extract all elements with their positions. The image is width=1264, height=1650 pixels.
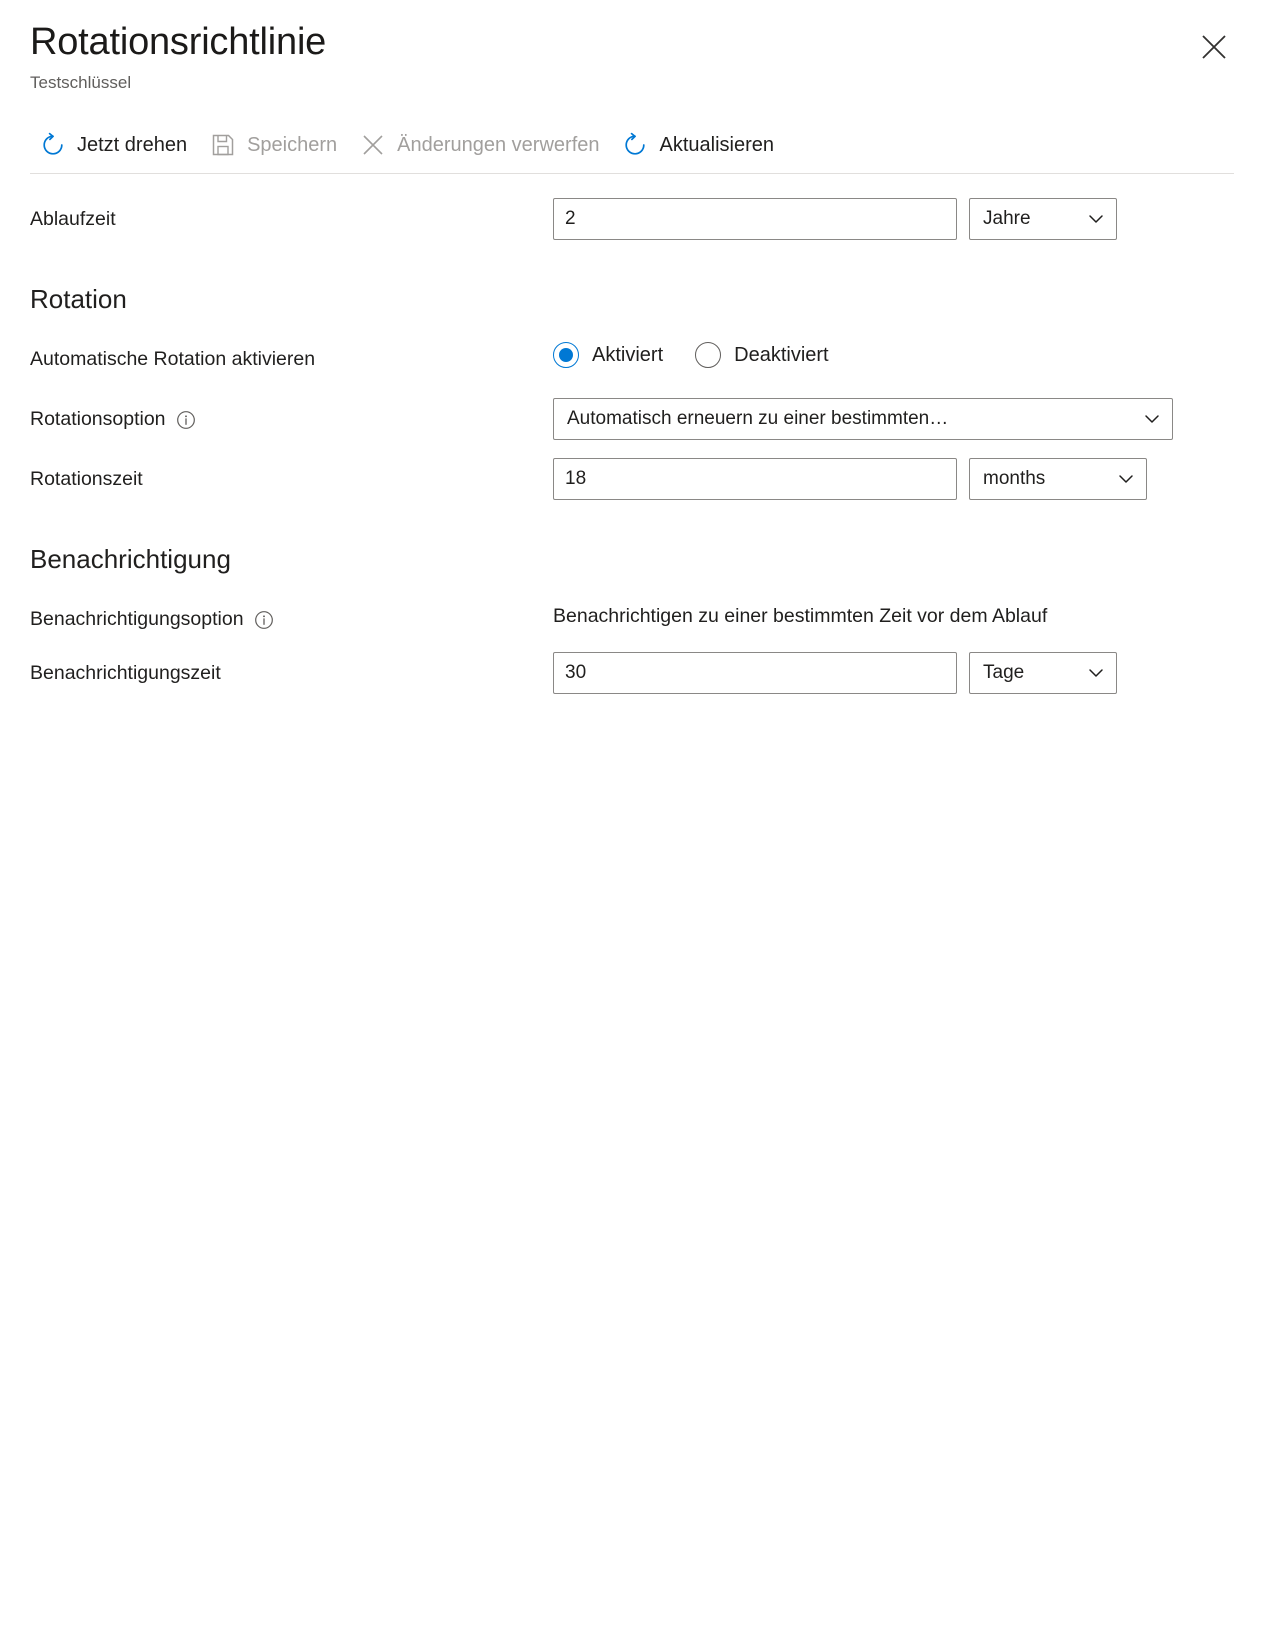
page-title: Rotationsrichtlinie xyxy=(30,21,327,63)
expiry-time-row: Ablaufzeit 2 Jahre xyxy=(30,198,1234,242)
chevron-down-icon xyxy=(1142,409,1162,429)
rotate-icon xyxy=(39,132,66,159)
rotation-time-unit-dropdown[interactable]: months xyxy=(969,458,1147,501)
rotation-option-label: Rotationsoption xyxy=(30,408,166,431)
notification-option-text: Benachrichtigen zu einer bestimmten Zeit… xyxy=(553,605,1048,628)
rotation-time-input[interactable]: 18 xyxy=(553,458,957,501)
notification-option-label: Benachrichtigungsoption xyxy=(30,608,244,631)
radio-enabled-mark xyxy=(553,342,579,369)
rotate-now-label: Jetzt drehen xyxy=(77,134,188,157)
radio-disabled-mark xyxy=(695,342,722,369)
rotation-policy-panel: Rotationsrichtlinie Testschlüssel Jetzt … xyxy=(0,0,1264,1650)
info-icon[interactable] xyxy=(175,409,197,431)
radio-disabled[interactable]: Deaktiviert xyxy=(695,342,829,369)
expiry-time-input[interactable]: 2 xyxy=(553,198,957,241)
rotation-time-field: 18 months xyxy=(553,458,1234,501)
discard-changes-button[interactable]: Änderungen verwerfen xyxy=(350,126,612,165)
rotate-now-button[interactable]: Jetzt drehen xyxy=(30,126,200,165)
enable-auto-rotation-label: Automatische Rotation aktivieren xyxy=(30,348,316,371)
expiry-time-unit-dropdown[interactable]: Jahre xyxy=(969,198,1117,241)
save-button[interactable]: Speichern xyxy=(200,126,350,165)
enable-auto-rotation-field: Aktiviert Deaktiviert xyxy=(553,338,1234,369)
chevron-down-icon xyxy=(1116,469,1136,489)
chevron-down-icon xyxy=(1086,209,1106,229)
refresh-button[interactable]: Aktualisieren xyxy=(613,126,788,165)
page-subtitle: Testschlüssel xyxy=(30,73,132,93)
rotation-time-unit-value: months xyxy=(983,468,1046,490)
rotation-section-title: Rotation xyxy=(30,284,127,315)
chevron-down-icon xyxy=(1086,663,1106,683)
enable-auto-rotation-row: Automatische Rotation aktivieren Aktivie… xyxy=(30,338,1234,382)
refresh-label: Aktualisieren xyxy=(659,134,775,157)
panel-header: Rotationsrichtlinie Testschlüssel xyxy=(0,0,1264,93)
radio-disabled-label: Deaktiviert xyxy=(734,343,829,366)
info-icon[interactable] xyxy=(253,609,275,631)
notification-time-label: Benachrichtigungszeit xyxy=(30,662,221,685)
close-button[interactable] xyxy=(1192,26,1236,70)
command-bar: Jetzt drehen Speichern Änderungen verwer… xyxy=(0,119,1264,171)
rotation-time-row: Rotationszeit 18 months xyxy=(30,458,1234,502)
rotation-option-row: Rotationsoption Automatisch erneuern zu … xyxy=(30,398,1234,442)
refresh-icon xyxy=(622,132,649,159)
radio-enabled-label: Aktiviert xyxy=(592,343,664,366)
notification-option-row: Benachrichtigungsoption Benachrichtigen … xyxy=(30,598,1234,642)
discard-x-icon xyxy=(359,132,386,159)
save-disk-icon xyxy=(209,132,236,159)
expiry-time-label: Ablaufzeit xyxy=(30,208,116,231)
rotation-option-value: Automatisch erneuern zu einer bestimmten… xyxy=(567,408,949,430)
notification-section-header: Benachrichtigung xyxy=(30,544,1234,588)
notification-time-unit-value: Tage xyxy=(983,662,1025,684)
discard-changes-label: Änderungen verwerfen xyxy=(397,134,600,157)
notification-time-unit-dropdown[interactable]: Tage xyxy=(969,652,1117,695)
save-label: Speichern xyxy=(247,134,338,157)
rotation-option-field: Automatisch erneuern zu einer bestimmten… xyxy=(553,398,1234,441)
radio-enabled[interactable]: Aktiviert xyxy=(553,342,664,369)
expiry-time-field: 2 Jahre xyxy=(553,198,1234,241)
rotation-section-header: Rotation xyxy=(30,284,1234,328)
close-icon xyxy=(1199,32,1229,65)
notification-section-title: Benachrichtigung xyxy=(30,544,231,575)
expiry-time-unit-value: Jahre xyxy=(983,208,1031,230)
policy-form: Ablaufzeit 2 Jahre Rotation Automatische… xyxy=(0,174,1264,696)
notification-time-row: Benachrichtigungszeit 30 Tage xyxy=(30,652,1234,696)
notification-option-field: Benachrichtigen zu einer bestimmten Zeit… xyxy=(553,598,1234,630)
rotation-time-label: Rotationszeit xyxy=(30,468,143,491)
notification-time-field: 30 Tage xyxy=(553,652,1234,695)
notification-time-input[interactable]: 30 xyxy=(553,652,957,695)
rotation-option-dropdown[interactable]: Automatisch erneuern zu einer bestimmten… xyxy=(553,398,1173,441)
notification-option-label-wrap: Benachrichtigungsoption xyxy=(30,598,553,631)
rotation-option-label-wrap: Rotationsoption xyxy=(30,398,553,431)
auto-rotation-radio-group: Aktiviert Deaktiviert xyxy=(553,338,829,369)
